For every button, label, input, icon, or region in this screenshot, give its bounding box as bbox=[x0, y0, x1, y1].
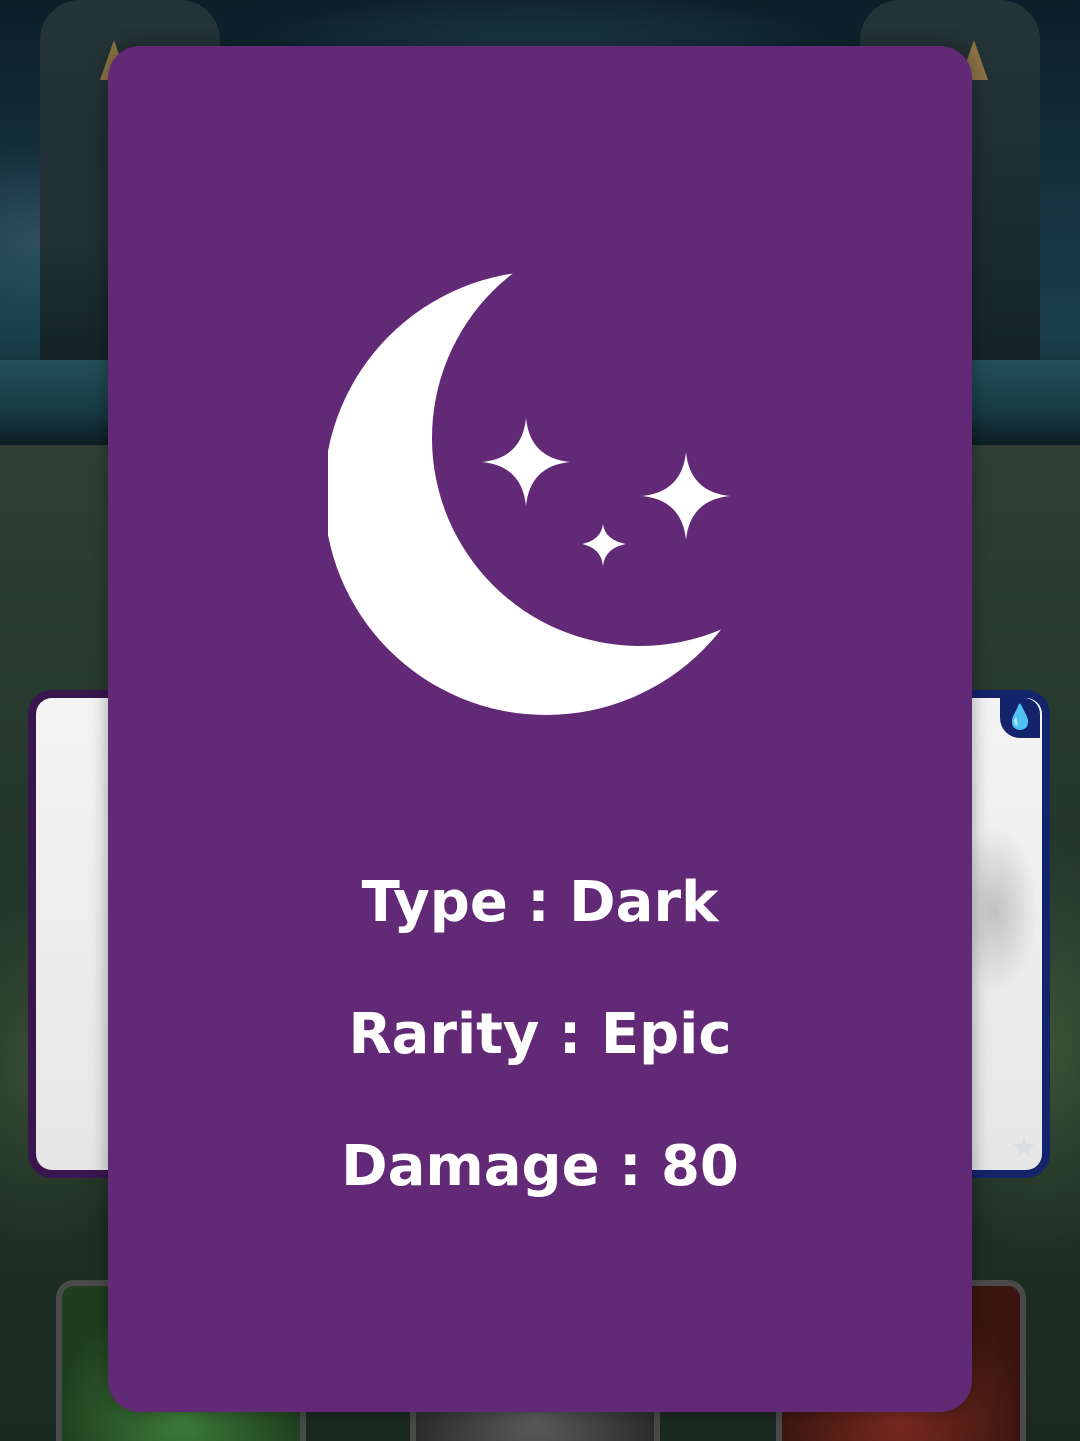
crescent-moon-stars-icon bbox=[328, 268, 752, 718]
card-type-label: Type : Dark bbox=[361, 870, 719, 935]
card-rarity-label: Rarity : Epic bbox=[348, 1002, 732, 1067]
water-drops-icon: 💧 bbox=[1000, 698, 1040, 738]
star-icon: ★ bbox=[1010, 1131, 1038, 1164]
game-screen: 💧 ★ Type : Dark Rarity: Epic Damage: 8… bbox=[0, 0, 1080, 1441]
card-detail-modal[interactable]: Type : Dark Rarity : Epic Damage : 80 bbox=[108, 46, 972, 1412]
card-damage-label: Damage : 80 bbox=[341, 1134, 739, 1199]
